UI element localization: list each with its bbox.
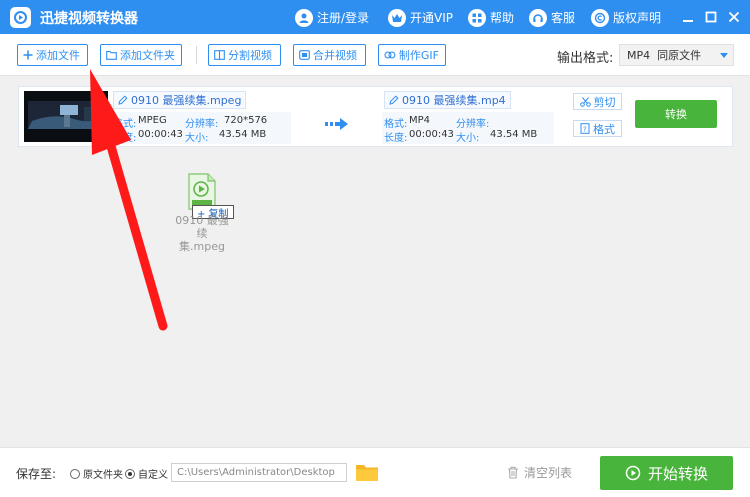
vip-icon	[388, 8, 406, 27]
service-button[interactable]: 客服	[529, 7, 575, 28]
radio-circle-selected	[125, 468, 135, 479]
trash-icon	[508, 466, 518, 479]
radio-original-folder[interactable]: 原文件夹	[70, 466, 123, 481]
clear-list-button[interactable]: 清空列表	[507, 464, 572, 481]
title-bar: 迅捷视频转换器 注册/登录 开通VIP 帮助 客服 版权声明	[0, 0, 750, 34]
source-name-field[interactable]: 0910 最强续集.mpeg	[113, 91, 247, 109]
merge-video-button[interactable]: 合并视频	[293, 44, 366, 66]
arrow-right-icon	[325, 118, 349, 133]
maximize-icon[interactable]	[702, 8, 720, 26]
vip-label: 开通VIP	[410, 11, 453, 25]
output-format-label: 输出格式:	[557, 51, 614, 66]
save-to-label: 保存至:	[16, 467, 57, 481]
help-icon	[468, 8, 486, 27]
user-icon	[295, 8, 313, 27]
source-duration-value: 00:00:43	[138, 129, 183, 140]
bottom-bar: 保存至: 原文件夹 自定义 C:\Users\Administrator\Des…	[0, 447, 750, 497]
split-video-button[interactable]: 分割视频	[208, 44, 281, 66]
dragged-file-name: 0910 最强续 集.mpeg	[170, 214, 234, 253]
target-duration-value: 00:00:43	[409, 129, 454, 140]
vip-button[interactable]: 开通VIP	[388, 7, 453, 28]
target-size-value: 43.54 MB	[490, 129, 538, 140]
copyright-button[interactable]: 版权声明	[591, 7, 661, 28]
edit-icon	[118, 95, 128, 105]
minimize-icon[interactable]	[679, 8, 697, 26]
make-gif-label: 制作GIF	[398, 49, 439, 62]
service-label: 客服	[551, 11, 576, 25]
target-resolution-key: 分辨率:	[456, 119, 490, 130]
source-duration-key: 长度:	[113, 133, 137, 144]
source-format-key: 格式:	[113, 119, 137, 130]
target-size-key: 大小:	[456, 133, 480, 144]
target-duration-key: 长度:	[384, 133, 408, 144]
source-format-value: MPEG	[138, 115, 167, 126]
start-convert-button[interactable]: 开始转换	[600, 456, 733, 490]
scissors-icon	[579, 96, 591, 107]
clear-list-label: 清空列表	[524, 466, 573, 480]
output-format-select[interactable]: MP4 同原文件	[619, 44, 734, 66]
headset-icon	[529, 8, 547, 27]
radio-circle	[70, 468, 80, 479]
merge-video-label: 合并视频	[313, 49, 357, 62]
radio-custom-label: 自定义	[138, 470, 168, 481]
target-format-value: MP4	[409, 115, 431, 126]
app-logo-icon	[10, 7, 31, 28]
dragged-file-name-line2: 集.mpeg	[179, 240, 225, 253]
help-label: 帮助	[490, 11, 515, 25]
video-thumbnail	[24, 91, 108, 142]
plus-icon	[23, 50, 33, 60]
register-login-label: 注册/登录	[317, 11, 370, 25]
target-format-key: 格式:	[384, 119, 408, 130]
add-folder-button[interactable]: 添加文件夹	[100, 44, 182, 66]
radio-original-label: 原文件夹	[83, 470, 123, 481]
file-list-item[interactable]: 0910 最强续集.mpeg 格式: MPEG 分辨率: 720*576 长度:…	[18, 86, 733, 147]
source-file-name: 0910 最强续集.mpeg	[131, 94, 242, 107]
copyright-icon	[591, 8, 609, 27]
gif-icon	[384, 51, 396, 59]
toolbar-divider	[196, 46, 197, 64]
edit-icon	[389, 95, 399, 105]
dragged-file-name-line1: 0910 最强续	[175, 214, 229, 240]
make-gif-button[interactable]: 制作GIF	[378, 44, 446, 66]
toolbar: 添加文件 添加文件夹 分割视频 合并视频 制作GIF 输出格式: MP4 同原文…	[0, 34, 750, 76]
format-label: 格式	[593, 122, 615, 136]
format-button[interactable]: ? 格式	[573, 120, 622, 137]
source-resolution-key: 分辨率:	[185, 119, 219, 130]
help-button[interactable]: 帮助	[468, 7, 514, 28]
merge-icon	[299, 50, 310, 60]
target-name-field[interactable]: 0910 最强续集.mp4	[384, 91, 511, 109]
split-icon	[214, 50, 225, 60]
source-resolution-value: 720*576	[224, 115, 268, 126]
start-convert-label: 开始转换	[647, 464, 708, 483]
convert-button[interactable]: 转换	[635, 100, 717, 128]
copyright-label: 版权声明	[613, 11, 662, 25]
format-icon: ?	[580, 123, 590, 134]
split-video-label: 分割视频	[228, 49, 272, 62]
add-file-label: 添加文件	[36, 49, 80, 62]
chevron-down-icon	[720, 53, 728, 58]
close-icon[interactable]	[725, 8, 743, 26]
target-file-name: 0910 最强续集.mp4	[402, 94, 506, 107]
target-info: 格式: MP4 分辨率: 长度: 00:00:43 大小: 43.54 MB	[382, 112, 554, 144]
radio-custom[interactable]: 自定义	[125, 466, 168, 481]
cut-label: 剪切	[593, 95, 616, 109]
folder-icon[interactable]	[355, 463, 379, 482]
add-file-button[interactable]: 添加文件	[17, 44, 88, 66]
source-size-key: 大小:	[185, 133, 209, 144]
app-window: 迅捷视频转换器 注册/登录 开通VIP 帮助 客服 版权声明 添加文件 添加文件…	[0, 0, 750, 497]
register-login-button[interactable]: 注册/登录	[295, 7, 369, 28]
source-info: 格式: MPEG 分辨率: 720*576 长度: 00:00:43 大小: 4…	[111, 112, 291, 144]
source-size-value: 43.54 MB	[219, 129, 267, 140]
app-title: 迅捷视频转换器	[40, 11, 138, 27]
add-folder-label: 添加文件夹	[120, 49, 175, 62]
output-format-value: MP4 同原文件	[627, 49, 702, 62]
cut-button[interactable]: 剪切	[573, 93, 622, 110]
save-path-input[interactable]: C:\Users\Administrator\Desktop	[171, 463, 347, 482]
svg-text:?: ?	[583, 126, 587, 134]
play-circle-icon	[625, 465, 641, 481]
folder-add-icon	[106, 50, 117, 60]
